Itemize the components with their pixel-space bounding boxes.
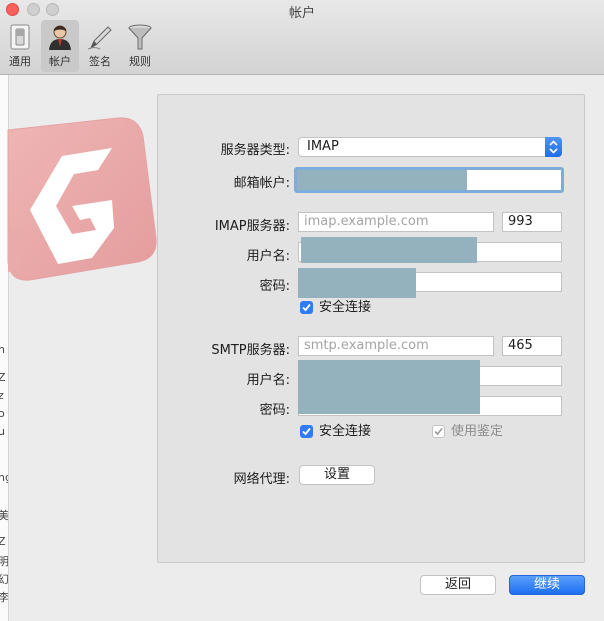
toolbar-tab-general[interactable]: 通用 — [1, 20, 39, 72]
email-account-label: 邮箱帐户: — [233, 176, 290, 191]
imap-ssl-checkbox[interactable]: 安全连接 — [300, 300, 420, 316]
redacted-imap-password — [298, 268, 416, 298]
bg-fragment: u — [0, 425, 5, 438]
window-title: 帐户 — [288, 6, 315, 21]
toolbar-tab-label: 规则 — [129, 55, 151, 68]
bg-fragment: 幻 — [0, 571, 8, 587]
switch-icon — [10, 24, 30, 50]
toolbar-tab-label: 通用 — [9, 55, 31, 68]
server-type-select[interactable]: IMAP — [298, 137, 562, 157]
imap-ssl-label: 安全连接 — [319, 300, 372, 315]
smtp-ssl-checkbox[interactable]: 安全连接 — [300, 424, 420, 440]
smtp-server-input[interactable]: smtp.example.com — [298, 336, 494, 356]
redacted-smtp-credentials — [298, 360, 480, 414]
toolbar-tab-signature[interactable]: 签名 — [81, 20, 119, 72]
account-settings-panel — [157, 94, 585, 563]
bg-fragment: h — [0, 343, 5, 356]
smtp-server-label: SMTP服务器: — [211, 343, 290, 358]
toolbar-tab-accounts[interactable]: 帐户 — [41, 20, 79, 72]
smtp-password-label: 密码: — [259, 403, 290, 418]
bg-fragment: o — [0, 407, 5, 420]
bg-fragment: 美 — [0, 507, 8, 523]
smtp-ssl-label: 安全连接 — [319, 424, 372, 439]
server-type-value: IMAP — [307, 139, 339, 154]
smtp-auth-checkbox[interactable]: 使用鉴定 — [432, 424, 532, 440]
imap-username-label: 用户名: — [246, 249, 290, 264]
funnel-icon — [128, 24, 152, 50]
continue-button[interactable]: 继续 — [509, 575, 585, 595]
imap-password-label: 密码: — [259, 279, 290, 294]
smtp-port-input[interactable]: 465 — [502, 336, 562, 356]
bg-fragment: Z — [0, 371, 6, 384]
app-logo-icon — [7, 117, 157, 281]
redacted-email — [297, 170, 467, 190]
imap-port-input[interactable]: 993 — [502, 212, 562, 232]
redacted-imap-username — [301, 237, 477, 263]
toolbar-tab-rules[interactable]: 规则 — [121, 20, 159, 72]
checkmark-icon — [300, 301, 313, 314]
toolbar-tab-label: 签名 — [89, 55, 111, 68]
bg-fragment: 李 — [0, 589, 8, 605]
proxy-settings-button[interactable]: 设置 — [299, 465, 375, 485]
user-icon — [49, 25, 71, 50]
chevron-updown-icon — [545, 137, 562, 157]
bg-fragment: Z — [0, 535, 6, 548]
imap-server-input[interactable]: imap.example.com — [298, 212, 494, 232]
bg-fragment: 明 — [0, 553, 8, 569]
imap-server-label: IMAP服务器: — [214, 219, 290, 234]
pen-icon — [87, 26, 112, 50]
toolbar-tab-label: 帐户 — [49, 55, 71, 68]
checkmark-icon — [432, 425, 445, 438]
checkmark-icon — [300, 425, 313, 438]
bg-fragment: ng — [0, 471, 8, 484]
smtp-username-label: 用户名: — [246, 373, 290, 388]
bg-fragment: z — [0, 389, 4, 402]
title-bar: 帐户 通用 帐户 签名 规则 — [0, 0, 604, 75]
smtp-auth-label: 使用鉴定 — [451, 424, 504, 439]
server-type-label: 服务器类型: — [220, 143, 290, 158]
back-button[interactable]: 返回 — [420, 575, 496, 595]
proxy-label: 网络代理: — [233, 472, 290, 487]
